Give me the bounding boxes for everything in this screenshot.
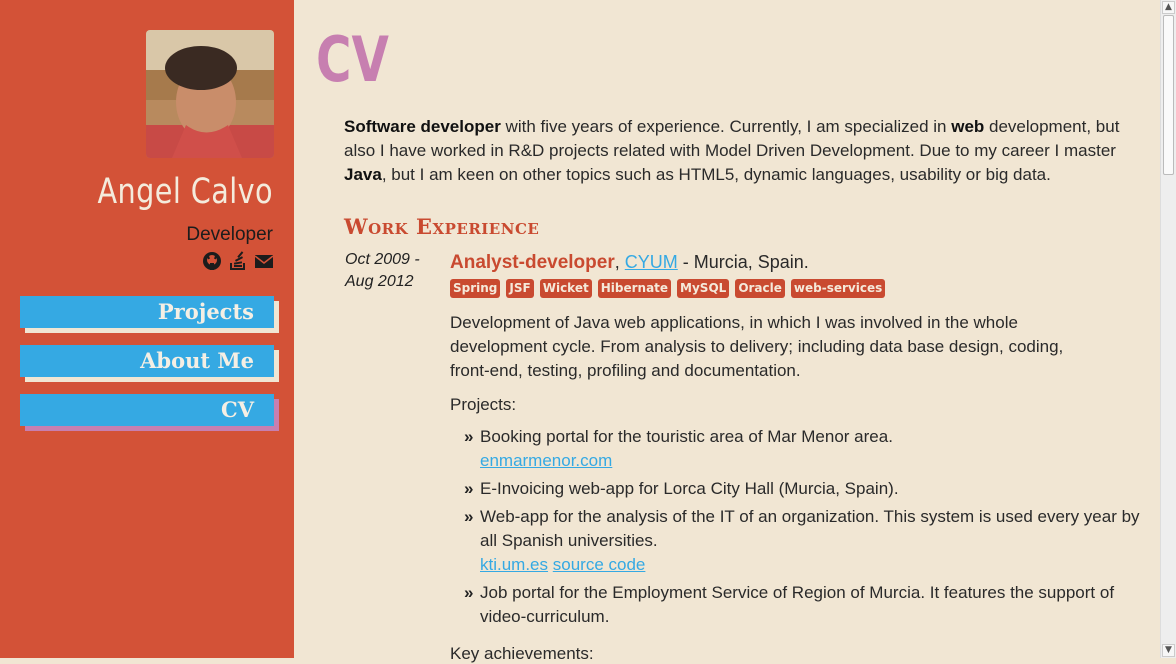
key-achievements-label: Key achievements: <box>450 644 594 663</box>
job-dates: Oct 2009 - Aug 2012 <box>345 251 420 290</box>
page-title: CV <box>316 23 389 96</box>
tag: web-services <box>790 279 886 298</box>
intro-text-1: with five years of experience. Currently… <box>500 117 952 136</box>
list-item: » E-Invoicing web-app for Lorca City Hall… <box>464 477 1150 501</box>
project-text: Job portal for the Employment Service of… <box>480 583 1115 626</box>
section-title-work-experience: Work Experience <box>344 214 540 239</box>
tag: MySQL <box>677 279 730 298</box>
intro-paragraph: Software developer with five years of ex… <box>344 115 1144 187</box>
profile-name: Angel Calvo <box>97 172 273 212</box>
social-links <box>202 251 274 271</box>
bullet-icon: » <box>464 583 474 602</box>
vertical-scrollbar[interactable]: ▲ ▼ <box>1160 0 1176 658</box>
project-link[interactable]: enmarmenor.com <box>480 451 612 470</box>
list-item: » Job portal for the Employment Service o… <box>464 581 1150 629</box>
bullet-icon: » <box>464 427 474 446</box>
project-text: Booking portal for the touristic area of… <box>480 427 893 446</box>
list-item: » Web-app for the analysis of the IT of a… <box>464 505 1150 577</box>
job-entry: Analyst-developer, CYUM - Murcia, Spain.… <box>450 250 1150 633</box>
intro-bold-3: Java <box>344 165 382 184</box>
tag: Oracle <box>735 279 785 298</box>
project-link[interactable]: kti.um.es <box>480 555 548 574</box>
tag: Wicket <box>539 279 592 298</box>
profile-role: Developer <box>186 224 273 245</box>
tag: Spring <box>450 279 501 298</box>
github-icon[interactable] <box>202 251 222 271</box>
sidebar: Angel Calvo Developer Projects About Me … <box>0 0 294 658</box>
project-text: E-Invoicing web-app for Lorca City Hall … <box>480 479 899 498</box>
job-heading: Analyst-developer, CYUM - Murcia, Spain. <box>450 250 1150 275</box>
scroll-thumb[interactable] <box>1163 15 1174 175</box>
scroll-down-icon[interactable]: ▼ <box>1162 644 1175 657</box>
projects-label: Projects: <box>450 395 517 414</box>
intro-bold-2: web <box>951 117 985 136</box>
source-code-link[interactable]: source code <box>553 555 646 574</box>
main-content: CV Software developer with five years of… <box>294 0 1160 664</box>
nav-projects[interactable]: Projects <box>20 296 279 333</box>
stackoverflow-icon[interactable] <box>228 251 248 271</box>
nav-label: CV <box>220 397 254 422</box>
job-location: - Murcia, Spain. <box>677 252 809 272</box>
envelope-icon[interactable] <box>254 251 274 271</box>
intro-bold-1: Software developer <box>344 117 501 136</box>
company-link[interactable]: CYUM <box>625 252 678 272</box>
job-title: Analyst-developer <box>450 252 615 273</box>
nav-label: Projects <box>157 299 254 324</box>
nav-about-me[interactable]: About Me <box>20 345 279 382</box>
nav-cv[interactable]: CV <box>20 394 279 431</box>
tag: Hibernate <box>597 279 672 298</box>
project-text: Web-app for the analysis of the IT of an… <box>480 507 1140 550</box>
project-list: » Booking portal for the touristic area o… <box>450 425 1150 629</box>
bullet-icon: » <box>464 479 474 498</box>
job-description: Development of Java web applications, in… <box>450 313 1064 380</box>
nav-label: About Me <box>140 348 254 373</box>
tag-list: Spring JSF Wicket Hibernate MySQL Oracle… <box>450 279 1150 298</box>
avatar <box>146 30 274 158</box>
scroll-up-icon[interactable]: ▲ <box>1162 1 1175 14</box>
tag: JSF <box>506 279 534 298</box>
list-item: » Booking portal for the touristic area o… <box>464 425 1150 473</box>
intro-text-3: , but I am keen on other topics such as … <box>381 165 1051 184</box>
job-comma: , <box>614 252 620 272</box>
bullet-icon: » <box>464 507 474 526</box>
